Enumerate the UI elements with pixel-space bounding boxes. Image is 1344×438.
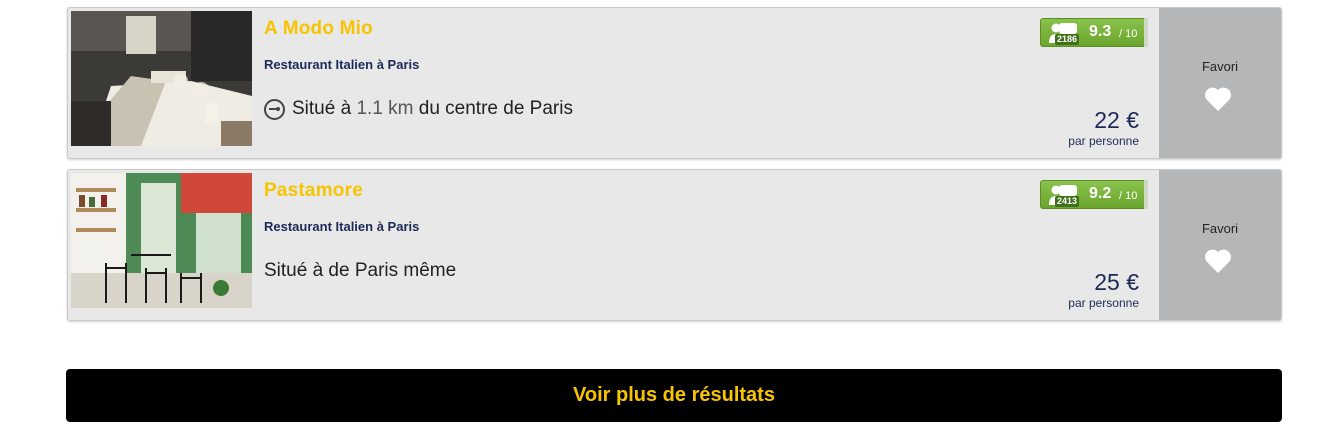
heart-icon[interactable] (1204, 86, 1232, 112)
rating-score: 9.3 (1089, 23, 1112, 40)
favorite-label: Favori (1201, 59, 1239, 74)
rating-max: / 10 (1119, 190, 1138, 202)
more-results-button[interactable]: Voir plus de résultats (66, 369, 1282, 422)
favorite-label: Favori (1201, 221, 1239, 236)
restaurant-category: Restaurant Italien à Paris (264, 57, 420, 72)
favorite-button[interactable]: Favori (1159, 8, 1281, 158)
result-card[interactable]: A Modo Mio Restaurant Italien à Paris Si… (67, 7, 1282, 159)
restaurant-name[interactable]: Pastamore (264, 180, 363, 202)
price: 22 € (1094, 107, 1139, 133)
location-distance: 1.1 km (356, 98, 414, 119)
result-card[interactable]: Pastamore Restaurant Italien à Paris Sit… (67, 169, 1282, 321)
compass-icon (264, 98, 285, 120)
rating-edge (1144, 18, 1148, 47)
restaurant-interior-photo (71, 11, 252, 146)
results-list: A Modo Mio Restaurant Italien à Paris Si… (67, 7, 1282, 331)
reviews-count: 2186 (1055, 34, 1080, 45)
rating-max: / 10 (1119, 28, 1138, 40)
price-note: par personne (1068, 134, 1139, 148)
restaurant-category: Restaurant Italien à Paris (264, 219, 420, 234)
restaurant-photo[interactable] (71, 11, 252, 146)
favorite-button[interactable]: Favori (1159, 170, 1281, 320)
rating-badge[interactable]: 2186 9.3 / 10 (1040, 18, 1148, 47)
location-text: Situé à de Paris même (264, 260, 457, 281)
restaurant-location: Situé à 1.1 km du centre de Paris (264, 98, 573, 120)
heart-icon[interactable] (1204, 248, 1232, 274)
location-prefix: Situé à (292, 98, 352, 119)
location-suffix: du centre de Paris (418, 98, 573, 119)
price: 25 € (1094, 269, 1139, 295)
reviews-count: 2413 (1055, 196, 1080, 207)
price-note: par personne (1068, 296, 1139, 310)
restaurant-name[interactable]: A Modo Mio (264, 18, 373, 40)
restaurant-location: Situé à de Paris même (264, 260, 456, 282)
restaurant-terrace-photo (71, 173, 252, 308)
restaurant-photo[interactable] (71, 173, 252, 308)
rating-badge[interactable]: 2413 9.2 / 10 (1040, 180, 1148, 209)
rating-score: 9.2 (1089, 185, 1112, 202)
rating-edge (1144, 180, 1148, 209)
